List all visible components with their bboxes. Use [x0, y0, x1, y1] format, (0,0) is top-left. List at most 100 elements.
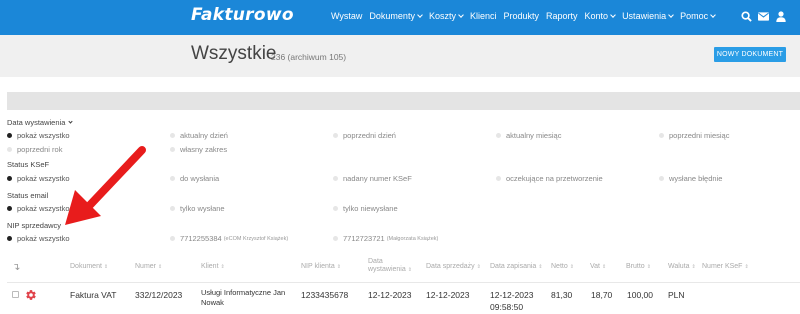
filter-option[interactable]: tylko wysłane	[170, 204, 225, 213]
top-navbar: Fakturowo Wystaw Dokumenty Koszty Klienc…	[0, 0, 800, 35]
filter-option[interactable]: własny zakres	[170, 145, 227, 154]
column-header-brutto[interactable]: Brutto ⇕	[626, 263, 651, 271]
radio-icon	[170, 206, 175, 211]
radio-icon	[7, 236, 12, 241]
brand-logo[interactable]: Fakturowo	[191, 5, 294, 25]
client-name-line1: Usługi Informatyczne Jan	[201, 288, 286, 297]
nav-item-wystaw[interactable]: Wystaw	[331, 11, 362, 21]
search-strip	[7, 92, 800, 110]
radio-icon	[170, 147, 175, 152]
sort-icon: ⇕	[691, 264, 696, 270]
sort-icon: ⇕	[569, 264, 574, 270]
sort-toggle-icon[interactable]: ↴	[12, 262, 20, 273]
column-header-data-wystawienia[interactable]: Data wystawienia ⇕	[368, 258, 412, 274]
filter-option[interactable]: pokaż wszystko	[7, 131, 70, 140]
page-title: Wszystkie	[191, 43, 277, 64]
annotation-arrow	[65, 146, 146, 225]
filter-option[interactable]: 7712723721 (Małgorzata Książek)	[333, 234, 438, 243]
nav-item-koszty[interactable]: Koszty	[429, 11, 464, 21]
nav-item-pomoc[interactable]: Pomoc	[680, 11, 716, 21]
filter-title-date[interactable]: Data wystawienia	[7, 118, 73, 127]
search-icon[interactable]	[740, 10, 753, 23]
sort-icon: ⇕	[646, 264, 651, 270]
new-document-button[interactable]: NOWY DOKUMENT	[714, 47, 786, 62]
seller-name: (eCOM Krzysztof Książek)	[223, 235, 289, 242]
cell-netto: 81,30	[551, 290, 573, 300]
nav-item-konto[interactable]: Konto	[585, 11, 616, 21]
radio-icon	[496, 133, 501, 138]
nav-item-dokumenty[interactable]: Dokumenty	[369, 11, 423, 21]
sort-icon: ⇕	[538, 264, 543, 270]
sort-icon: ⇕	[407, 267, 412, 274]
column-header-numer[interactable]: Numer ⇕	[135, 263, 162, 271]
radio-icon	[170, 133, 175, 138]
filter-option[interactable]: 7712255384 (eCOM Krzysztof Książek)	[170, 234, 288, 243]
filter-option[interactable]: poprzedni dzień	[333, 131, 396, 140]
saved-date: 12-12-2023	[490, 290, 534, 300]
sort-icon: ⇕	[103, 264, 109, 270]
column-header-nip[interactable]: NIP klienta ⇕	[301, 263, 341, 271]
cell-data-sprzedazy: 12-12-2023	[426, 290, 470, 300]
sort-icon: ⇕	[336, 264, 341, 270]
filter-title-nip: NIP sprzedawcy	[7, 221, 62, 230]
chevron-down-icon	[610, 12, 616, 18]
filter-option[interactable]: aktualny dzień	[170, 131, 228, 140]
sort-icon: ⇕	[602, 264, 607, 270]
filter-option[interactable]: tylko niewysłane	[333, 204, 398, 213]
chevron-down-icon	[668, 12, 674, 18]
chevron-down-icon	[417, 12, 423, 18]
seller-name: (Małgorzata Książek)	[386, 235, 439, 242]
radio-icon	[170, 176, 175, 181]
chevron-down-icon	[710, 12, 716, 18]
row-checkbox[interactable]	[12, 291, 19, 298]
sort-icon: ⇕	[744, 264, 749, 270]
page-header: Wszystkie 236 (archiwum 105) NOWY DOKUME…	[0, 35, 800, 77]
nav-item-raporty[interactable]: Raporty	[546, 11, 578, 21]
filter-option[interactable]: pokaż wszystko	[7, 234, 70, 243]
envelope-icon[interactable]	[757, 10, 770, 23]
radio-icon	[659, 176, 664, 181]
radio-icon	[333, 176, 338, 181]
nav-item-klienci[interactable]: Klienci	[470, 11, 497, 21]
filter-option[interactable]: aktualny miesiąc	[496, 131, 561, 140]
filter-option[interactable]: oczekujące na przetworzenie	[496, 174, 603, 183]
radio-icon	[333, 133, 338, 138]
column-header-dokument[interactable]: Dokument ⇕	[70, 263, 108, 271]
column-header-numer-ksef[interactable]: Numer KSeF ⇕	[702, 263, 749, 271]
cell-data-wystawienia: 12-12-2023	[368, 290, 412, 300]
nav-icons	[740, 10, 791, 23]
radio-icon	[7, 206, 12, 211]
saved-time: 09:58:50	[490, 301, 524, 312]
gear-icon[interactable]	[25, 288, 37, 300]
cell-klient: Usługi Informatyczne Jan Nowak	[201, 288, 285, 308]
chevron-down-icon	[458, 12, 464, 18]
user-icon[interactable]	[774, 10, 787, 23]
cell-brutto: 100,00	[627, 290, 653, 300]
filter-title-ksef: Status KSeF	[7, 160, 50, 169]
radio-icon	[7, 147, 12, 152]
sort-icon: ⇕	[220, 264, 225, 270]
cell-numer: 332/12/2023	[135, 290, 183, 300]
radio-icon	[333, 206, 338, 211]
filter-option[interactable]: wysłane błędnie	[659, 174, 722, 183]
column-header-waluta[interactable]: Waluta ⇕	[668, 263, 696, 271]
filter-option[interactable]: do wysłania	[170, 174, 219, 183]
client-name-line2: Nowak	[201, 298, 224, 308]
sort-icon: ⇕	[476, 264, 481, 270]
column-header-netto[interactable]: Netto ⇕	[551, 263, 574, 271]
column-header-data-sprzedazy[interactable]: Data sprzedaży ⇕	[426, 263, 481, 271]
nav-item-ustawienia[interactable]: Ustawienia	[622, 11, 674, 21]
column-header-klient[interactable]: Klient ⇕	[201, 263, 225, 271]
filter-option[interactable]: nadany numer KSeF	[333, 174, 412, 183]
column-header-vat[interactable]: Vat ⇕	[590, 263, 606, 271]
nav-item-produkty[interactable]: Produkty	[503, 11, 539, 21]
cell-dokument[interactable]: Faktura VAT	[70, 290, 116, 302]
filter-option[interactable]: poprzedni miesiąc	[659, 131, 729, 140]
column-header-data-zapisania[interactable]: Data zapisania ⇕	[490, 263, 543, 271]
chevron-down-icon	[68, 119, 73, 124]
table-divider	[7, 282, 800, 283]
cell-nip: 1233435678	[301, 290, 349, 300]
document-count: 236 (archiwum 105)	[271, 52, 347, 62]
cell-data-zapisania: 12-12-2023 09:58:50	[490, 290, 533, 314]
filter-option[interactable]: poprzedni rok	[7, 145, 62, 154]
